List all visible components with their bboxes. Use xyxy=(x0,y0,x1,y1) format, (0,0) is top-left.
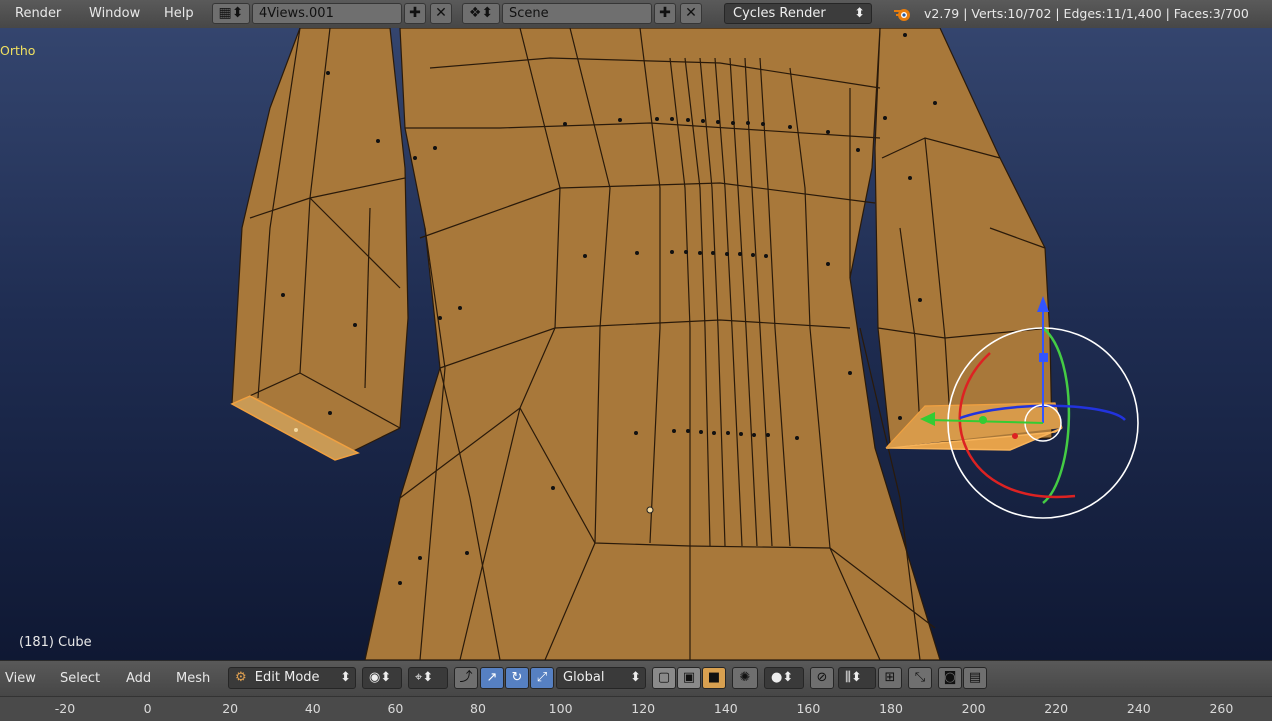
remove-screen-button[interactable]: ✕ xyxy=(430,3,452,24)
ruler-tick: 220 xyxy=(1044,701,1069,716)
edge-select-icon[interactable]: ▣ xyxy=(677,667,701,689)
3d-viewport[interactable]: Ortho (181) Cube xyxy=(0,28,1272,660)
ruler-tick: 100 xyxy=(548,701,573,716)
face-select-icon[interactable]: ■ xyxy=(702,667,726,689)
snap-icon[interactable]: ⊘ xyxy=(810,667,834,689)
mode-icon: ⚙ xyxy=(235,670,247,685)
menu-add[interactable]: Add xyxy=(126,671,151,686)
mode-dropdown[interactable]: ⚙ Edit Mode ⬍ xyxy=(228,667,356,689)
render-engine-dropdown[interactable]: Cycles Render ⬍ xyxy=(724,3,872,24)
scene-icon[interactable]: ❖⬍ xyxy=(462,3,500,24)
chevron-updown-icon: ⬍ xyxy=(854,6,865,21)
screen-layout-field[interactable]: 4Views.001 xyxy=(252,3,402,24)
menu-render[interactable]: Render xyxy=(15,6,61,21)
ruler-tick: 40 xyxy=(304,701,321,716)
chevron-updown-icon: ⬍ xyxy=(630,670,641,685)
blender-logo-icon xyxy=(894,9,910,21)
translate-icon[interactable]: ↗ xyxy=(480,667,504,689)
ruler-tick: 0 xyxy=(143,701,152,716)
mesh-render[interactable] xyxy=(0,28,1272,660)
add-screen-button[interactable]: ✚ xyxy=(404,3,426,24)
screen-layout-icon[interactable]: ▦⬍ xyxy=(212,3,250,24)
menu-view[interactable]: View xyxy=(5,671,36,686)
ruler-tick: 120 xyxy=(631,701,656,716)
chevron-updown-icon: ⬍ xyxy=(340,670,351,685)
ruler-tick: 240 xyxy=(1126,701,1151,716)
ruler-tick: 60 xyxy=(387,701,404,716)
ruler-tick: 180 xyxy=(879,701,903,716)
rotate-icon[interactable]: ↻ xyxy=(505,667,529,689)
menu-select[interactable]: Select xyxy=(60,671,100,686)
timeline-ruler[interactable]: -20 0 20 40 60 80 100 120 140 160 180 200 220 240 260 xyxy=(0,696,1272,721)
active-object-label: (181) Cube xyxy=(19,635,92,650)
pivot-icon[interactable]: ⌖⬍ xyxy=(408,667,448,689)
menu-mesh[interactable]: Mesh xyxy=(176,671,210,686)
shading-icon[interactable]: ◉⬍ xyxy=(362,667,402,689)
3d-view-header: View Select Add Mesh ⚙ Edit Mode ⬍ ◉⬍ ⌖⬍… xyxy=(0,660,1272,697)
ruler-tick: 260 xyxy=(1209,701,1234,716)
ruler-tick: 200 xyxy=(961,701,986,716)
scene-field[interactable]: Scene xyxy=(502,3,652,24)
menu-help[interactable]: Help xyxy=(164,6,194,21)
proportional-icon[interactable]: ●⬍ xyxy=(764,667,804,689)
ruler-tick: 140 xyxy=(713,701,738,716)
orientation-dropdown[interactable]: Global ⬍ xyxy=(556,667,646,689)
orientation-value: Global xyxy=(563,670,605,685)
scene-statistics: v2.79 | Verts:10/702 | Edges:11/1,400 | … xyxy=(924,6,1249,21)
occlude-icon[interactable]: ✺ xyxy=(732,667,758,689)
ruler-tick: 20 xyxy=(222,701,239,716)
anim-render-icon[interactable]: ▤ xyxy=(963,667,987,689)
view-projection-label: Ortho xyxy=(0,43,36,58)
remove-scene-button[interactable]: ✕ xyxy=(680,3,702,24)
vertex-select-icon[interactable]: ▢ xyxy=(652,667,676,689)
ruler-tick: 160 xyxy=(796,701,821,716)
render-icon[interactable]: ◙ xyxy=(938,667,962,689)
ruler-tick: 80 xyxy=(470,701,486,716)
info-header: Render Window Help ▦⬍ 4Views.001 ✚ ✕ ❖⬍ … xyxy=(0,0,1272,29)
scale-icon[interactable]: ⤢ xyxy=(530,667,554,689)
add-scene-button[interactable]: ✚ xyxy=(654,3,676,24)
snap-element-icon[interactable]: ⊞ xyxy=(878,667,902,689)
overlay-icon[interactable]: ⤡ xyxy=(908,667,932,689)
manipulator-icon[interactable]: ⤴ xyxy=(454,667,478,689)
ruler-tick: -20 xyxy=(54,701,76,716)
render-engine-value: Cycles Render xyxy=(733,6,826,21)
mode-value: Edit Mode xyxy=(254,670,320,685)
menu-window[interactable]: Window xyxy=(89,6,140,21)
snap-target-icon[interactable]: ⫼⬍ xyxy=(838,667,876,689)
origin-point xyxy=(646,506,654,514)
